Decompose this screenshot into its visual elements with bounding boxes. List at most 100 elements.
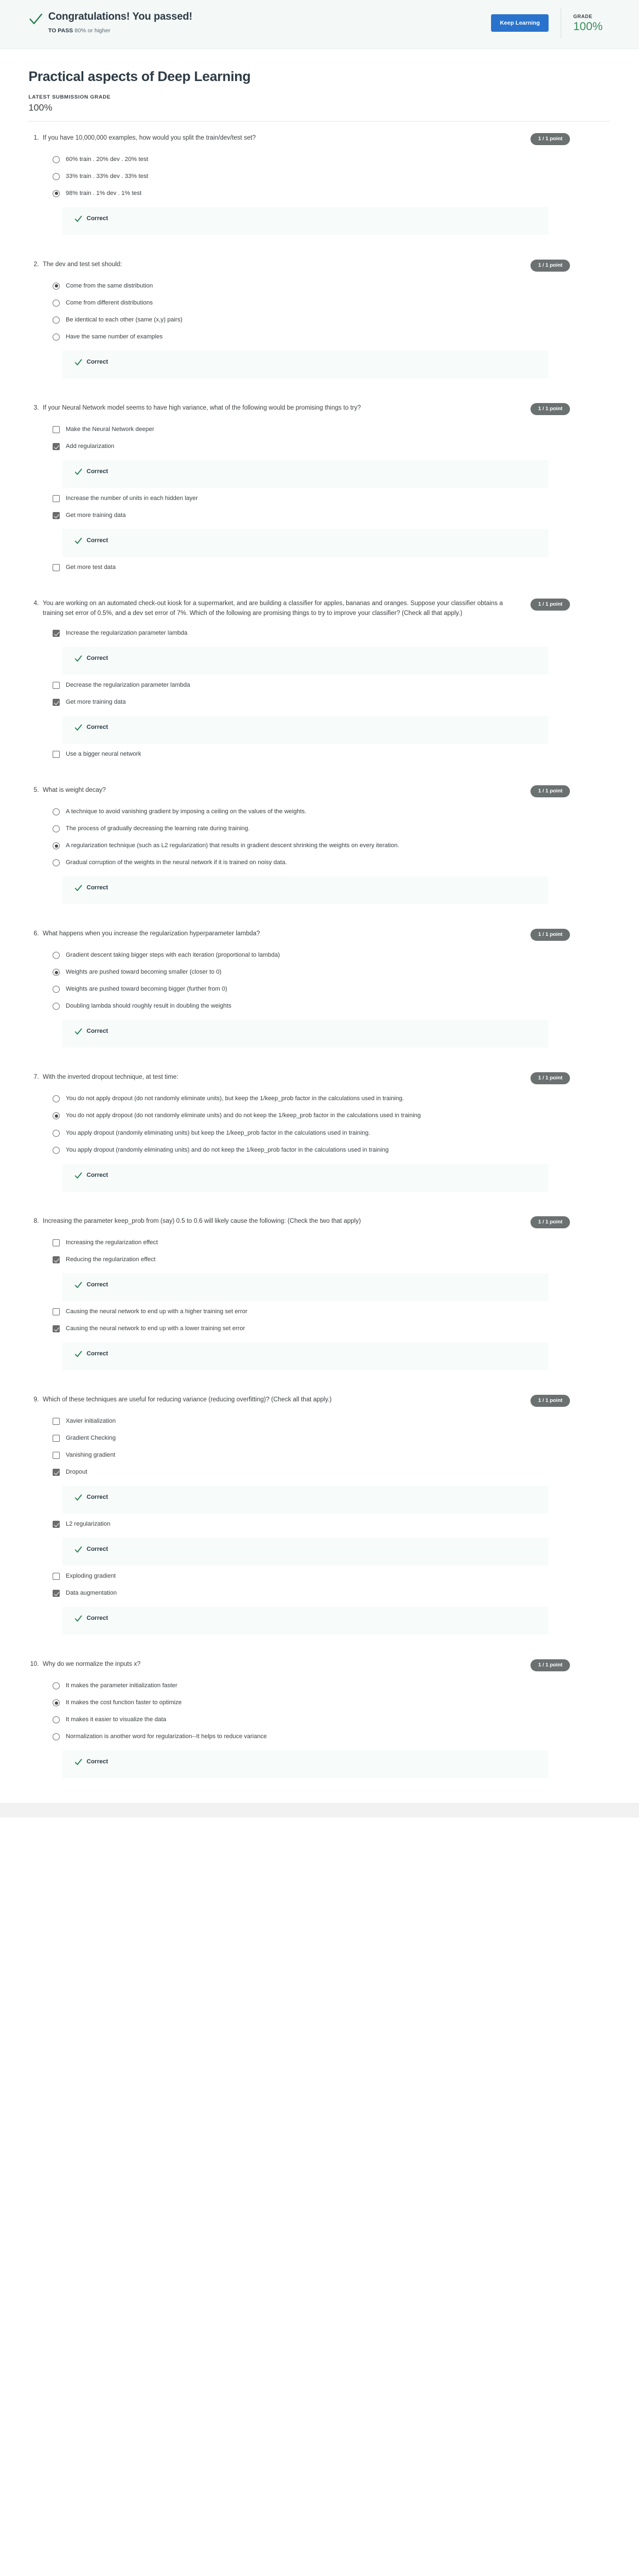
radio-unselected-icon[interactable]: [53, 333, 60, 341]
option-label: Vanishing gradient: [66, 1451, 116, 1458]
checkbox-checked-icon[interactable]: [53, 512, 60, 520]
question-number: 2.: [33, 261, 39, 268]
radio-unselected-icon[interactable]: [53, 156, 60, 163]
radio-option[interactable]: You do not apply dropout (do not randoml…: [53, 1090, 611, 1107]
radio-unselected-icon[interactable]: [53, 299, 60, 307]
radio-option[interactable]: Have the same number of examples: [53, 329, 611, 346]
radio-unselected-icon[interactable]: [53, 1095, 60, 1103]
checkbox-option[interactable]: Xavier initialization: [53, 1413, 611, 1430]
question-text: If you have 10,000,000 examples, how wou…: [43, 134, 256, 141]
checkbox-option[interactable]: Vanishing gradient: [53, 1447, 611, 1464]
checkbox-checked-icon[interactable]: [53, 1325, 60, 1332]
keep-learning-button[interactable]: Keep Learning: [491, 14, 549, 32]
radio-unselected-icon[interactable]: [53, 859, 60, 867]
radio-unselected-icon[interactable]: [53, 1682, 60, 1690]
radio-option[interactable]: 98% train . 1% dev . 1% test: [53, 185, 611, 202]
radio-unselected-icon[interactable]: [53, 952, 60, 959]
radio-option[interactable]: Weights are pushed toward becoming bigge…: [53, 981, 611, 998]
checkbox-option[interactable]: Get more test data: [53, 559, 611, 576]
correct-feedback-box: Correct: [62, 1607, 549, 1635]
checkbox-unchecked-icon[interactable]: [53, 1239, 60, 1246]
checkbox-option[interactable]: L2 regularization: [53, 1516, 611, 1533]
checkbox-unchecked-icon[interactable]: [53, 681, 60, 689]
radio-option[interactable]: A technique to avoid vanishing gradient …: [53, 803, 611, 820]
radio-unselected-icon[interactable]: [53, 825, 60, 833]
radio-unselected-icon[interactable]: [53, 1716, 60, 1724]
radio-selected-icon[interactable]: [53, 969, 60, 976]
option-label: You do not apply dropout (do not randoml…: [66, 1095, 404, 1102]
radio-selected-icon[interactable]: [53, 842, 60, 850]
checkbox-unchecked-icon[interactable]: [53, 1451, 60, 1459]
checkbox-option[interactable]: Get more training data: [53, 507, 611, 524]
radio-option[interactable]: Weights are pushed toward becoming small…: [53, 964, 611, 981]
feedback-label: Correct: [87, 215, 109, 222]
checkbox-checked-icon[interactable]: [53, 698, 60, 706]
question-header: 7. With the inverted dropout technique, a…: [28, 1072, 611, 1085]
radio-option[interactable]: It makes the cost function faster to opt…: [53, 1694, 611, 1711]
radio-option[interactable]: It makes it easier to visualize the data: [53, 1711, 611, 1728]
checkbox-option[interactable]: Causing the neural network to end up wit…: [53, 1320, 611, 1337]
radio-unselected-icon[interactable]: [53, 808, 60, 816]
radio-unselected-icon[interactable]: [53, 1003, 60, 1010]
radio-option[interactable]: Come from different distributions: [53, 295, 611, 312]
checkbox-unchecked-icon[interactable]: [53, 1434, 60, 1442]
checkbox-option[interactable]: Reducing the regularization effect: [53, 1251, 611, 1268]
checkbox-checked-icon[interactable]: [53, 1590, 60, 1597]
radio-option[interactable]: 33% train . 33% dev . 33% test: [53, 168, 611, 185]
radio-selected-icon[interactable]: [53, 282, 60, 290]
checkbox-checked-icon[interactable]: [53, 1521, 60, 1528]
checkbox-unchecked-icon[interactable]: [53, 751, 60, 758]
checkbox-option[interactable]: Exploding gradient: [53, 1568, 611, 1585]
radio-unselected-icon[interactable]: [53, 173, 60, 180]
option-label: Increase the regularization parameter la…: [66, 629, 187, 636]
question-number: 6.: [33, 930, 39, 938]
radio-option[interactable]: It makes the parameter initialization fa…: [53, 1677, 611, 1694]
radio-option[interactable]: You do not apply dropout (do not randoml…: [53, 1107, 611, 1124]
radio-option[interactable]: You apply dropout (randomly eliminating …: [53, 1125, 611, 1142]
checkbox-option[interactable]: Data augmentation: [53, 1585, 611, 1602]
radio-selected-icon[interactable]: [53, 1699, 60, 1707]
checkbox-checked-icon[interactable]: [53, 1468, 60, 1476]
checkbox-option[interactable]: Increasing the regularization effect: [53, 1234, 611, 1251]
check-icon: [75, 1350, 82, 1358]
radio-unselected-icon[interactable]: [53, 1129, 60, 1137]
radio-option[interactable]: You apply dropout (randomly eliminating …: [53, 1142, 611, 1159]
radio-option[interactable]: Gradual corruption of the weights in the…: [53, 854, 611, 871]
checkbox-unchecked-icon[interactable]: [53, 1308, 60, 1315]
radio-option[interactable]: Normalization is another word for regula…: [53, 1728, 611, 1745]
checkbox-option[interactable]: Make the Neural Network deeper: [53, 421, 611, 438]
check-icon: [75, 1494, 82, 1502]
radio-option[interactable]: 60% train . 20% dev . 20% test: [53, 151, 611, 168]
checkbox-unchecked-icon[interactable]: [53, 564, 60, 572]
checkbox-option[interactable]: Dropout: [53, 1464, 611, 1481]
radio-unselected-icon[interactable]: [53, 1146, 60, 1154]
feedback-label: Correct: [87, 359, 109, 366]
radio-option[interactable]: Come from the same distribution: [53, 278, 611, 295]
radio-unselected-icon[interactable]: [53, 986, 60, 993]
radio-selected-icon[interactable]: [53, 189, 60, 197]
checkbox-unchecked-icon[interactable]: [53, 1417, 60, 1425]
checkbox-option[interactable]: Increase the regularization parameter la…: [53, 625, 611, 642]
checkbox-option[interactable]: Use a bigger neural network: [53, 746, 611, 763]
radio-option[interactable]: The process of gradually decreasing the …: [53, 820, 611, 837]
checkbox-option[interactable]: Causing the neural network to end up wit…: [53, 1303, 611, 1320]
checkbox-checked-icon[interactable]: [53, 629, 60, 637]
checkbox-checked-icon[interactable]: [53, 1256, 60, 1263]
radio-option[interactable]: Doubling lambda should roughly result in…: [53, 998, 611, 1015]
checkbox-unchecked-icon[interactable]: [53, 426, 60, 434]
radio-unselected-icon[interactable]: [53, 316, 60, 324]
checkbox-checked-icon[interactable]: [53, 443, 60, 451]
checkbox-unchecked-icon[interactable]: [53, 1573, 60, 1580]
checkbox-unchecked-icon[interactable]: [53, 495, 60, 503]
radio-option[interactable]: Gradient descent taking bigger steps wit…: [53, 947, 611, 964]
radio-option[interactable]: Be identical to each other (same (x,y) p…: [53, 312, 611, 329]
radio-unselected-icon[interactable]: [53, 1733, 60, 1741]
radio-selected-icon[interactable]: [53, 1112, 60, 1120]
checkbox-option[interactable]: Decrease the regularization parameter la…: [53, 677, 611, 694]
checkbox-option[interactable]: Gradient Checking: [53, 1430, 611, 1447]
checkbox-option[interactable]: Get more training data: [53, 694, 611, 711]
checkbox-option[interactable]: Increase the number of units in each hid…: [53, 490, 611, 507]
radio-option[interactable]: A regularization technique (such as L2 r…: [53, 837, 611, 854]
checkbox-option[interactable]: Add regularization: [53, 438, 611, 455]
